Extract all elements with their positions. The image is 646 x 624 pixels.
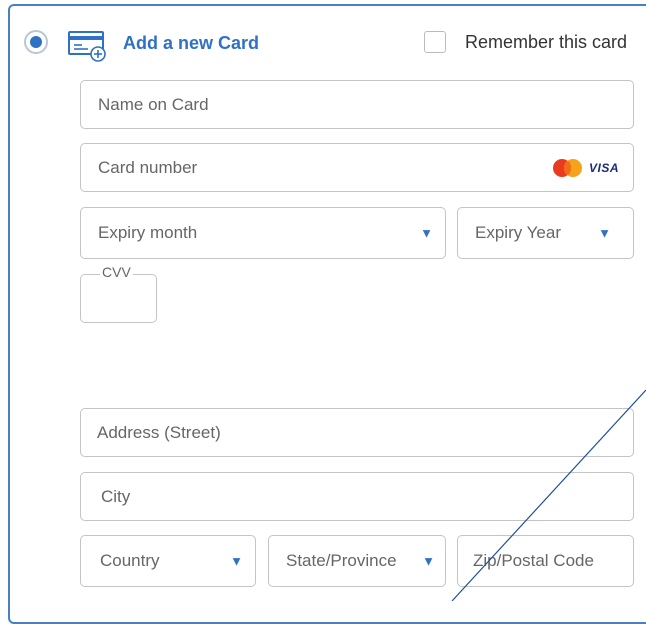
card-add-icon	[68, 31, 106, 62]
city-placeholder: City	[101, 486, 131, 506]
card-brands: VISA	[552, 158, 619, 177]
expiry-month-select[interactable]: Expiry month ▼	[80, 207, 446, 259]
state-province-value: State/Province	[286, 551, 397, 570]
zip-postal-placeholder: Zip/Postal Code	[473, 551, 594, 570]
card-number-placeholder: Card number	[98, 157, 198, 177]
zip-postal-input[interactable]: Zip/Postal Code	[457, 535, 634, 587]
add-card-title[interactable]: Add a new Card	[123, 33, 259, 54]
country-select[interactable]: Country ▼	[80, 535, 256, 587]
country-value: Country	[100, 551, 160, 570]
expiry-year-select[interactable]: Expiry Year ▼	[457, 207, 634, 259]
add-card-radio[interactable]	[24, 30, 48, 54]
name-on-card-placeholder: Name on Card	[98, 94, 209, 114]
mastercard-icon	[552, 158, 583, 177]
remember-card-checkbox[interactable]	[424, 31, 446, 53]
city-input[interactable]: City	[80, 472, 634, 521]
state-province-select[interactable]: State/Province ▼	[268, 535, 446, 587]
card-number-input[interactable]: Card number VISA	[80, 143, 634, 192]
cvv-label: CVV	[100, 264, 133, 280]
expiry-month-value: Expiry month	[98, 223, 198, 242]
cvv-input[interactable]	[80, 274, 157, 323]
name-on-card-input[interactable]: Name on Card	[80, 80, 634, 129]
address-street-input[interactable]: Address (Street)	[80, 408, 634, 457]
visa-icon: VISA	[588, 160, 619, 175]
expiry-year-value: Expiry Year	[475, 223, 561, 242]
expiry-month-dropdown-icon: ▼	[420, 225, 433, 241]
country-dropdown-icon: ▼	[230, 553, 243, 569]
remember-card-label[interactable]: Remember this card	[465, 32, 627, 53]
state-province-dropdown-icon: ▼	[422, 553, 435, 569]
expiry-year-dropdown-icon: ▼	[598, 225, 611, 241]
address-street-placeholder: Address (Street)	[97, 422, 221, 442]
